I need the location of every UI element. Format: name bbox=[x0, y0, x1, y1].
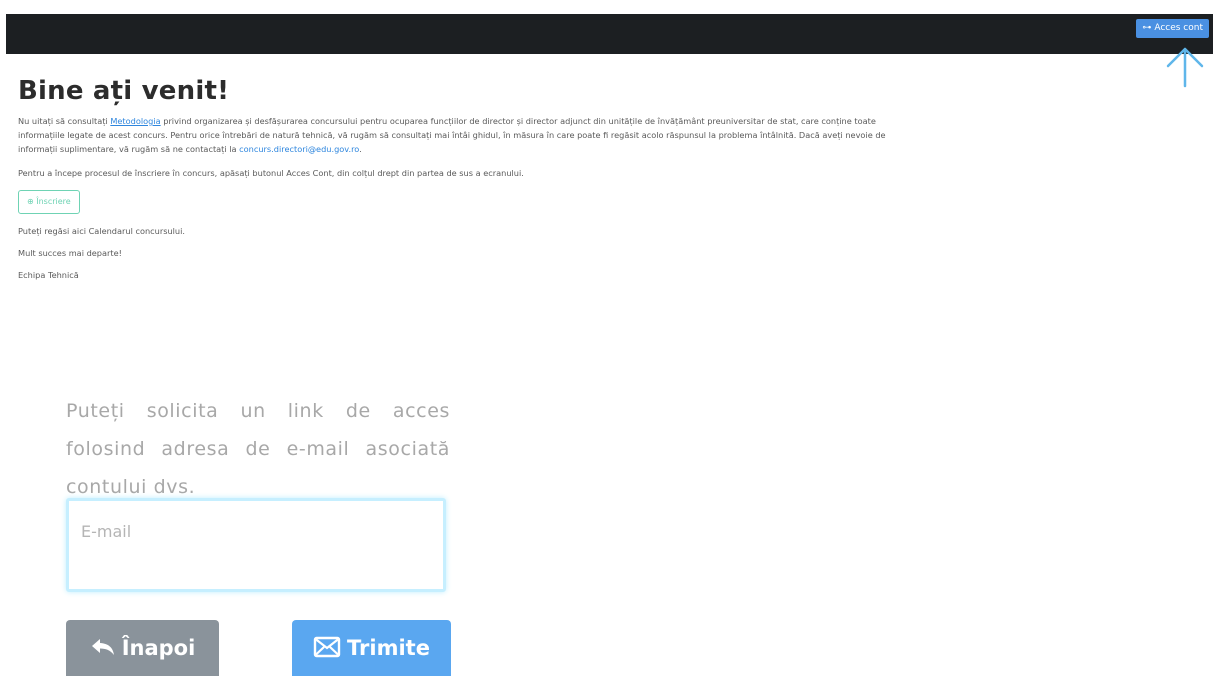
intro-text-1: Nu uitați să consultați bbox=[18, 116, 111, 126]
acces-cont-label: Acces cont bbox=[1154, 23, 1203, 33]
intro-text-end: . bbox=[359, 144, 362, 154]
envelope-icon bbox=[313, 636, 341, 658]
inscriere-button[interactable]: ⊕ Înscriere bbox=[18, 190, 80, 214]
send-button[interactable]: Trimite bbox=[292, 620, 451, 676]
top-navbar: ⊶ Acces cont bbox=[6, 14, 1213, 54]
intro-paragraph: Nu uitați să consultați Metodologia priv… bbox=[18, 114, 898, 156]
reply-icon bbox=[91, 639, 114, 655]
email-field-wrapper bbox=[66, 498, 446, 592]
email-field[interactable] bbox=[69, 501, 443, 561]
back-button[interactable]: Înapoi bbox=[66, 620, 219, 676]
key-icon: ⊶ bbox=[1142, 23, 1152, 33]
back-label: Înapoi bbox=[121, 636, 196, 660]
page-title: Bine ați venit! bbox=[18, 76, 230, 106]
welcome-section: Bine ați venit! Nu uitați să consultați … bbox=[18, 76, 898, 280]
metodologia-link[interactable]: Metodologia bbox=[110, 116, 160, 126]
up-arrow-icon bbox=[1166, 47, 1204, 88]
acces-cont-button[interactable]: ⊶ Acces cont bbox=[1136, 19, 1209, 38]
user-plus-icon: ⊕ bbox=[27, 197, 34, 206]
succes-text: Mult succes mai departe! bbox=[18, 248, 122, 258]
send-label: Trimite bbox=[347, 636, 430, 660]
instructions-paragraph: Pentru a începe procesul de înscriere în… bbox=[18, 168, 524, 178]
inscriere-label: Înscriere bbox=[36, 197, 71, 206]
signature-text: Echipa Tehnică bbox=[18, 270, 79, 280]
contact-email-link[interactable]: concurs.directori@edu.gov.ro bbox=[239, 144, 359, 154]
access-link-request: Puteți solicita un link de acces folosin… bbox=[66, 392, 450, 506]
request-instructions: Puteți solicita un link de acces folosin… bbox=[66, 400, 450, 498]
calendar-text: Puteți regăsi aici Calendarul concursulu… bbox=[18, 226, 186, 236]
